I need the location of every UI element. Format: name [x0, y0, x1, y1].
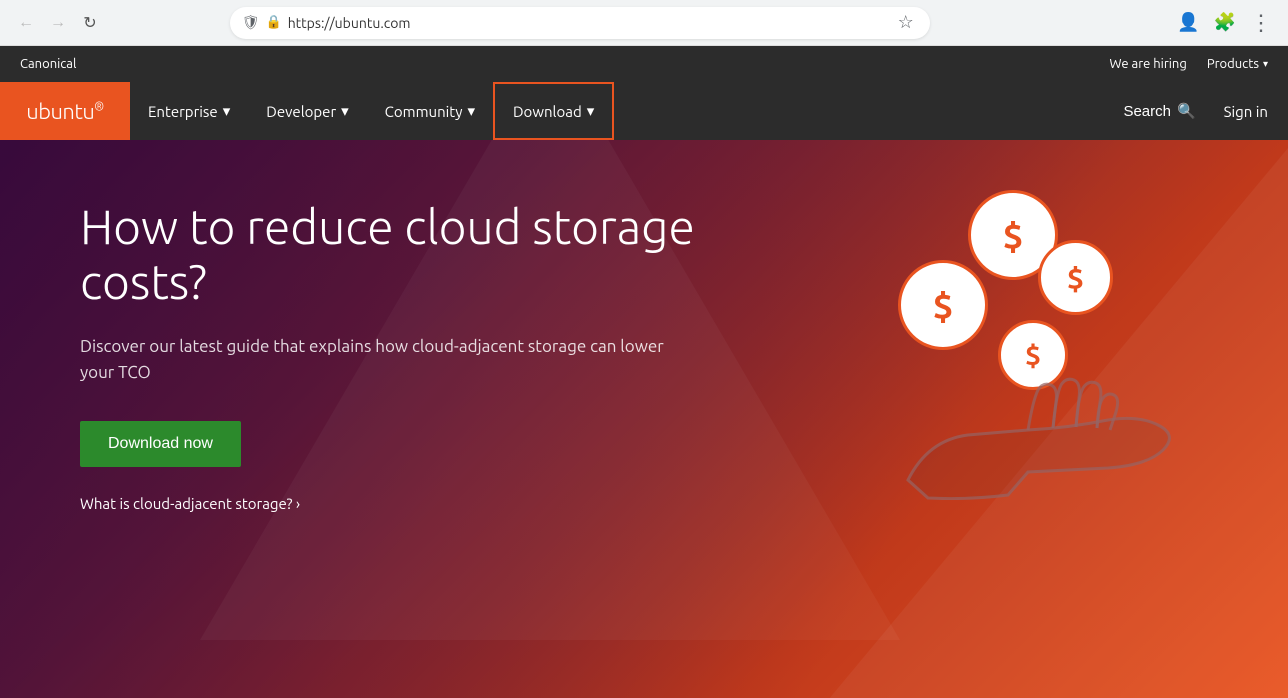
hero-title: How to reduce cloud storage costs? [80, 200, 720, 310]
main-nav: ubuntu® Enterprise ▾ Developer ▾ Communi… [0, 82, 1288, 140]
nav-download[interactable]: Download ▾ [493, 82, 614, 140]
shield-icon: 🛡 [242, 14, 260, 31]
browser-nav-buttons: ← → ↻ [12, 9, 104, 37]
we-are-hiring-link[interactable]: We are hiring [1110, 57, 1187, 71]
registered-icon: ® [94, 100, 103, 113]
download-now-button[interactable]: Download now [80, 421, 241, 467]
coin-3: $ [1038, 240, 1113, 315]
enterprise-chevron-icon: ▾ [223, 102, 231, 120]
sign-in-link[interactable]: Sign in [1224, 103, 1268, 120]
nav-community[interactable]: Community ▾ [367, 82, 493, 140]
top-bar-right: We are hiring Products ▾ [1110, 57, 1268, 71]
forward-button[interactable]: → [44, 9, 72, 37]
top-bar: Canonical We are hiring Products ▾ [0, 46, 1288, 82]
developer-chevron-icon: ▾ [341, 102, 349, 120]
ubuntu-logo[interactable]: ubuntu® [0, 82, 130, 140]
address-bar[interactable]: 🛡 🔒 https://ubuntu.com ☆ [230, 7, 930, 39]
hero-section: How to reduce cloud storage costs? Disco… [0, 140, 1288, 698]
products-link[interactable]: Products ▾ [1207, 57, 1268, 71]
hero-illustration: $ $ $ $ [888, 180, 1228, 500]
lock-icon: 🔒 [266, 15, 282, 30]
user-profile-button[interactable]: 👤 [1173, 8, 1203, 37]
bookmark-button[interactable]: ☆ [894, 8, 918, 37]
canonical-logo: Canonical [20, 57, 76, 71]
hand-svg [868, 340, 1188, 500]
products-chevron-icon: ▾ [1263, 58, 1268, 70]
browser-menu-button[interactable]: ⋮ [1246, 6, 1276, 40]
extensions-button[interactable]: 🧩 [1210, 8, 1240, 37]
nav-items: Enterprise ▾ Developer ▾ Community ▾ Dow… [130, 82, 614, 140]
back-button[interactable]: ← [12, 9, 40, 37]
search-icon: 🔍 [1177, 102, 1196, 120]
reload-button[interactable]: ↻ [76, 9, 104, 37]
hero-content: How to reduce cloud storage costs? Disco… [0, 140, 800, 572]
browser-actions: 👤 🧩 ⋮ [1173, 6, 1276, 40]
url-text: https://ubuntu.com [288, 15, 411, 31]
hero-subtitle: Discover our latest guide that explains … [80, 334, 680, 385]
download-chevron-icon: ▾ [587, 102, 595, 120]
nav-right: Search 🔍 Sign in [1115, 94, 1288, 128]
community-chevron-icon: ▾ [467, 102, 475, 120]
coin-2: $ [898, 260, 988, 350]
search-button[interactable]: Search 🔍 [1115, 94, 1203, 128]
nav-enterprise[interactable]: Enterprise ▾ [130, 82, 248, 140]
browser-chrome: ← → ↻ 🛡 🔒 https://ubuntu.com ☆ 👤 🧩 ⋮ [0, 0, 1288, 46]
nav-developer[interactable]: Developer ▾ [248, 82, 366, 140]
ubuntu-logo-text: ubuntu® [26, 99, 103, 124]
learn-more-link[interactable]: What is cloud-adjacent storage? › [80, 495, 720, 512]
